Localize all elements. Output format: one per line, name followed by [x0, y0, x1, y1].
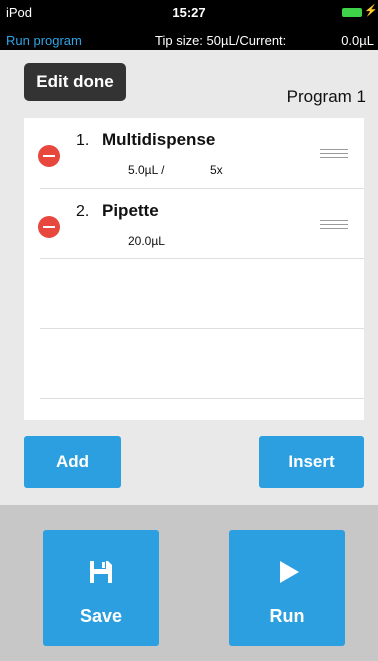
- step-repeats: 5x: [210, 163, 223, 177]
- edit-done-button[interactable]: Edit done: [24, 63, 126, 101]
- step-volume: 5.0µL /: [128, 163, 165, 177]
- insert-button[interactable]: Insert: [259, 436, 364, 488]
- run-button[interactable]: Run: [229, 530, 345, 646]
- remove-icon[interactable]: [38, 145, 60, 167]
- save-icon: [90, 561, 112, 583]
- step-name: Pipette: [102, 201, 159, 220]
- battery-icon: ⚡: [342, 5, 378, 18]
- save-label: Save: [79, 606, 123, 626]
- divider: [40, 398, 364, 399]
- step-name: Multidispense: [102, 130, 216, 149]
- remove-icon[interactable]: [38, 216, 60, 238]
- bottom-toolbar: Save Run: [0, 505, 378, 661]
- add-button[interactable]: Add: [24, 436, 121, 488]
- play-icon: [280, 561, 299, 583]
- step-list: 1. Multidispense 5.0µL / 5x 2. Pipette 2…: [24, 118, 364, 420]
- list-item[interactable]: 2. Pipette 20.0µL: [24, 189, 364, 259]
- save-button[interactable]: Save: [43, 530, 159, 646]
- run-label: Run: [269, 606, 305, 626]
- divider: [40, 258, 364, 259]
- step-number: 2.: [76, 203, 90, 220]
- divider: [40, 328, 364, 329]
- drag-handle-icon[interactable]: [320, 149, 348, 159]
- mode-label: Run program: [6, 33, 82, 48]
- step-number: 1.: [76, 132, 90, 149]
- clock: 15:27: [172, 5, 206, 20]
- drag-handle-icon[interactable]: [320, 220, 348, 230]
- current-volume: 0.0µL: [341, 33, 374, 48]
- status-bar: iPod 15:27 ⚡ Run program Tip size: 50µL/…: [0, 0, 378, 50]
- step-volume: 20.0µL: [128, 234, 165, 248]
- program-title: Program 1: [286, 87, 366, 106]
- tip-size-label: Tip size: 50µL/Current:: [155, 33, 287, 48]
- list-item[interactable]: 1. Multidispense 5.0µL / 5x: [24, 118, 364, 188]
